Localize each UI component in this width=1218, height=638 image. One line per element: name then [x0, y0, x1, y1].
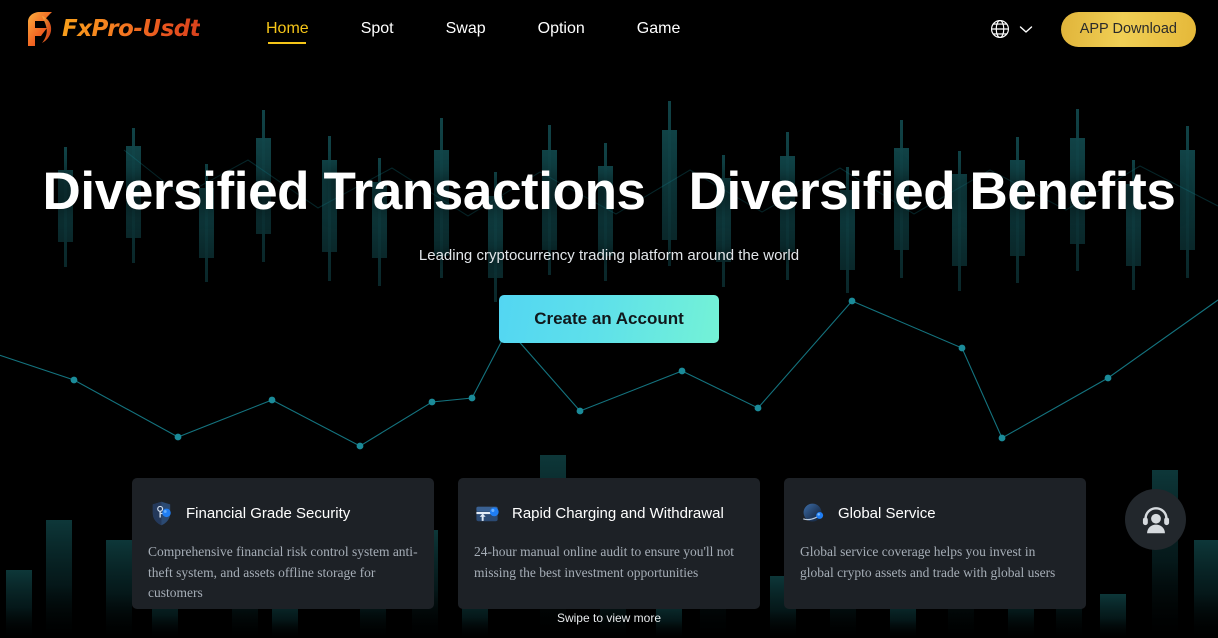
chevron-down-icon	[1019, 25, 1032, 33]
hero-cta-wrap: Create an Account	[0, 294, 1218, 343]
card-title: Financial Grade Security	[186, 504, 351, 522]
nav-label: Swap	[445, 20, 486, 37]
nav-item-spot[interactable]: Spot	[335, 0, 420, 58]
headset-support-icon	[1142, 506, 1169, 533]
card-description: 24-hour manual online audit to ensure yo…	[474, 544, 735, 580]
customer-support-button[interactable]	[1125, 489, 1186, 550]
shield-key-icon	[152, 501, 171, 525]
page-title: Diversified Transactions Diversified Ben…	[42, 162, 1176, 221]
app-download-button[interactable]: APP Download	[1060, 11, 1196, 47]
page-root: FxPro-Usdt Home Spot Swap Option Game AP…	[0, 0, 1218, 638]
wallet-arrow-up-icon	[476, 506, 499, 521]
language-switcher[interactable]	[989, 18, 1033, 40]
site-header: FxPro-Usdt Home Spot Swap Option Game AP…	[0, 0, 1218, 58]
nav-item-home[interactable]: Home	[240, 0, 335, 58]
nav-label: Spot	[360, 20, 394, 37]
hero-subtitle: Leading cryptocurrency trading platform …	[418, 246, 800, 264]
feature-cards: Financial Grade Security Comprehensive f…	[0, 478, 1218, 609]
nav-label: Option	[537, 20, 585, 37]
flame-f-logo-icon	[28, 12, 52, 46]
logo[interactable]: FxPro-Usdt	[22, 9, 201, 49]
header-actions: APP Download	[989, 0, 1196, 58]
nav-item-option[interactable]: Option	[512, 0, 611, 58]
hero-section: Diversified Transactions Diversified Ben…	[0, 58, 1218, 343]
card-title: Global Service	[838, 504, 936, 522]
card-description: Global service coverage helps you invest…	[800, 544, 1056, 580]
nav-label: Game	[636, 20, 681, 37]
nav-label: Home	[266, 20, 309, 37]
main-nav: Home Spot Swap Option Game	[240, 0, 706, 58]
card-description: Comprehensive financial risk control sys…	[148, 544, 418, 601]
create-account-button[interactable]: Create an Account	[499, 294, 719, 343]
feature-card-charging[interactable]: Rapid Charging and Withdrawal 24-hour ma…	[458, 478, 760, 609]
card-header: Global Service	[800, 500, 1070, 526]
globe-icon	[990, 19, 1009, 39]
card-header: Financial Grade Security	[148, 500, 418, 526]
planet-ring-icon	[803, 503, 824, 522]
nav-item-swap[interactable]: Swap	[420, 0, 512, 58]
feature-card-global[interactable]: Global Service Global service coverage h…	[784, 478, 1086, 609]
nav-item-game[interactable]: Game	[611, 0, 707, 58]
logo-text: FxPro-Usdt	[62, 16, 201, 42]
card-title: Rapid Charging and Withdrawal	[512, 504, 724, 522]
swipe-hint: Swipe to view more	[556, 611, 662, 625]
card-header: Rapid Charging and Withdrawal	[474, 500, 744, 526]
feature-card-security[interactable]: Financial Grade Security Comprehensive f…	[132, 478, 434, 609]
